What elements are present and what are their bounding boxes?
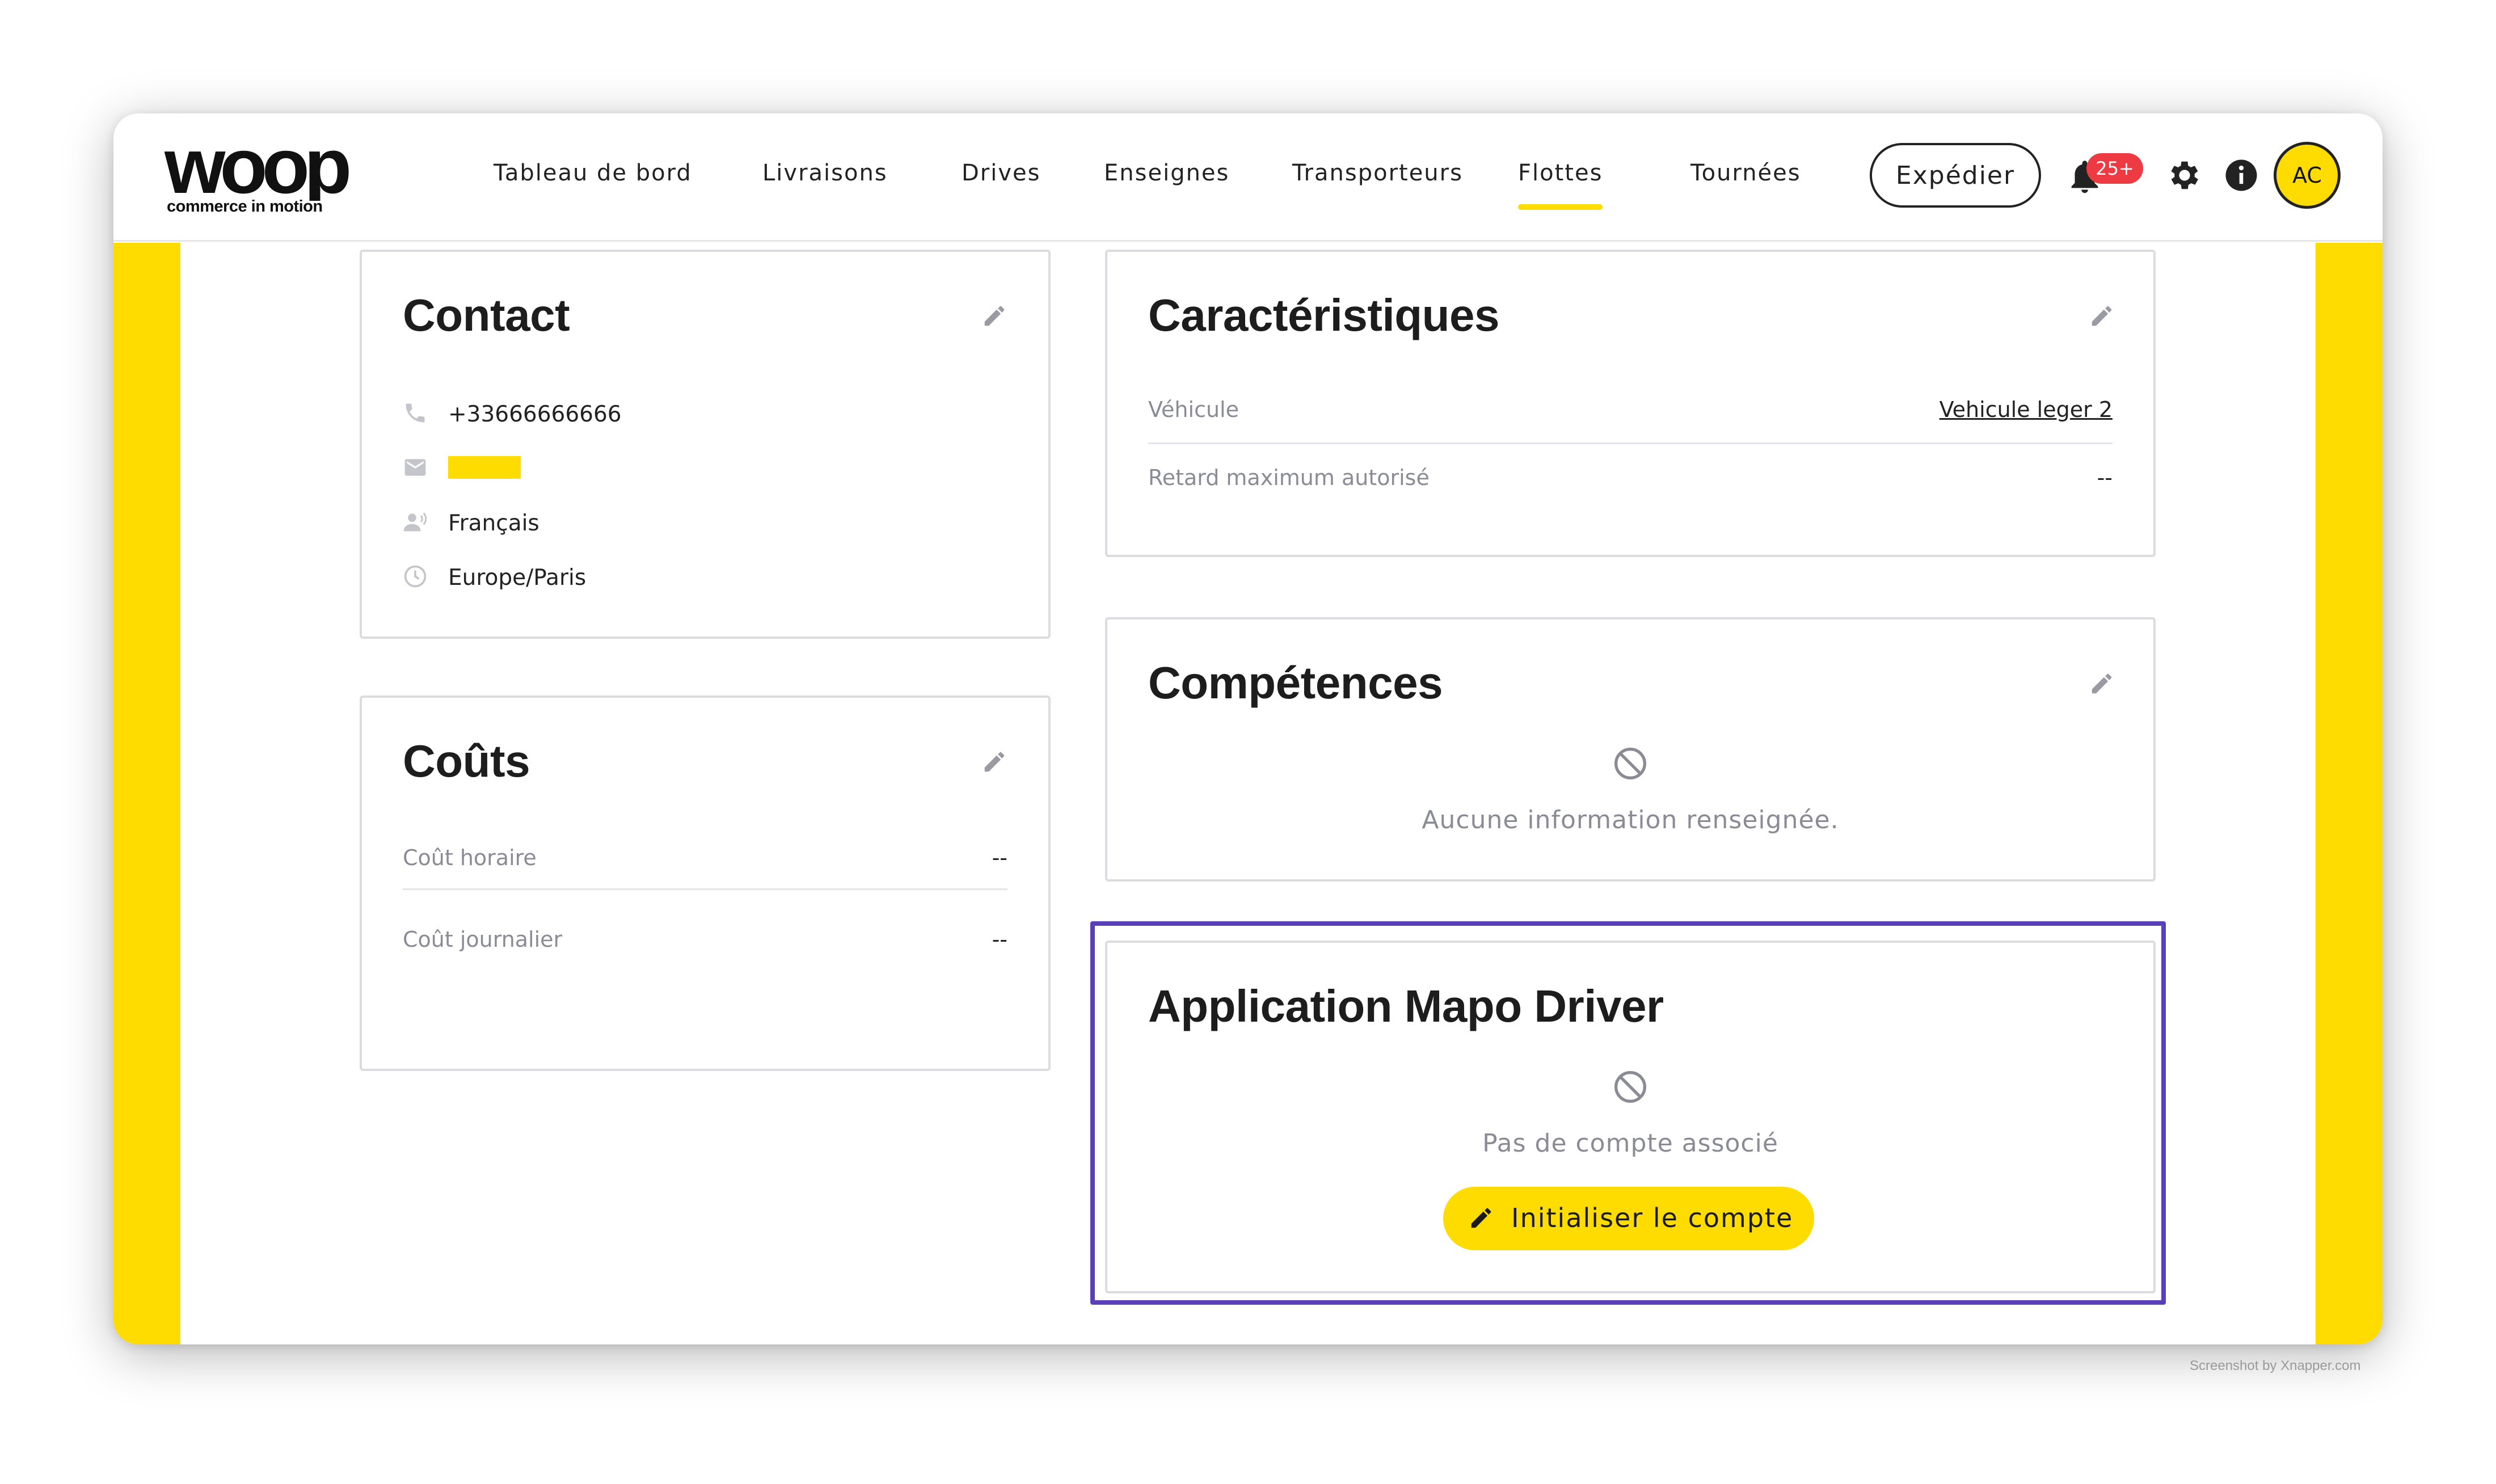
contact-language: Français <box>448 511 539 536</box>
right-yellow-bar <box>2316 243 2383 1344</box>
daily-cost-label: Coût journalier <box>403 927 563 952</box>
costs-title: Coûts <box>403 736 530 786</box>
nav-item-flottes[interactable]: Flottes <box>1518 160 1603 210</box>
row-divider <box>403 888 1007 890</box>
contact-phone: +33666666666 <box>448 402 622 427</box>
svg-text:woop: woop <box>165 137 349 201</box>
pencil-icon[interactable] <box>981 303 1007 329</box>
hourly-cost-value: -- <box>992 845 1007 870</box>
daily-cost-value: -- <box>992 927 1007 952</box>
nav-item-livraisons[interactable]: Livraisons <box>762 160 888 186</box>
vehicle-link[interactable]: Vehicule leger 2 <box>1940 397 2113 422</box>
user-avatar[interactable]: AC <box>2274 142 2341 209</box>
phone-icon <box>406 403 425 423</box>
costs-card: Coûts Coût horaire -- Coût journalier -- <box>360 695 1051 1071</box>
highlight-box <box>1090 921 2166 1305</box>
info-icon[interactable] <box>2223 157 2260 194</box>
contact-title: Contact <box>403 290 570 340</box>
max-delay-label: Retard maximum autorisé <box>1148 465 1430 490</box>
watermark-text: Screenshot by Xnapper.com <box>2190 1358 2361 1373</box>
notification-badge: 25+ <box>2086 153 2143 184</box>
contact-card: Contact +33666666666 Français Europe/Par… <box>360 250 1051 639</box>
nav-item-transporteurs[interactable]: Transporteurs <box>1292 160 1463 186</box>
characteristics-card: Caractéristiques Véhicule Vehicule leger… <box>1105 250 2156 557</box>
skills-empty-text: Aucune information renseignée. <box>1422 806 1839 834</box>
nav-item-enseignes[interactable]: Enseignes <box>1104 160 1229 186</box>
clock-icon <box>404 565 427 588</box>
hourly-cost-label: Coût horaire <box>403 845 537 870</box>
pencil-icon[interactable] <box>981 749 1007 775</box>
skills-title: Compétences <box>1148 657 1443 708</box>
language-icon <box>403 512 427 532</box>
mail-icon <box>404 459 426 476</box>
contact-timezone: Europe/Paris <box>448 565 587 591</box>
logo-tagline: commerce in motion <box>167 197 323 216</box>
row-divider <box>1148 442 2113 444</box>
skills-card: Compétences Aucune information renseigné… <box>1105 617 2156 882</box>
characteristics-title: Caractéristiques <box>1148 290 1499 340</box>
top-header: woop commerce in motion Tableau de bord … <box>113 113 2383 242</box>
left-yellow-bar <box>113 243 180 1344</box>
logo-wordmark: woop <box>165 137 355 201</box>
nav-item-drives[interactable]: Drives <box>962 160 1040 186</box>
pencil-icon[interactable] <box>2089 671 2115 697</box>
block-icon <box>1614 748 1646 779</box>
nav-item-tableau-de-bord[interactable]: Tableau de bord <box>494 160 692 186</box>
vehicle-label: Véhicule <box>1148 397 1239 422</box>
max-delay-value: -- <box>2097 465 2113 490</box>
woop-logo[interactable]: woop commerce in motion <box>165 137 403 217</box>
nav-item-tournees[interactable]: Tournées <box>1690 160 1801 186</box>
pencil-icon[interactable] <box>2089 303 2115 329</box>
expedier-button[interactable]: Expédier <box>1870 143 2041 208</box>
gear-icon[interactable] <box>2166 157 2203 194</box>
redacted-email <box>448 456 521 479</box>
